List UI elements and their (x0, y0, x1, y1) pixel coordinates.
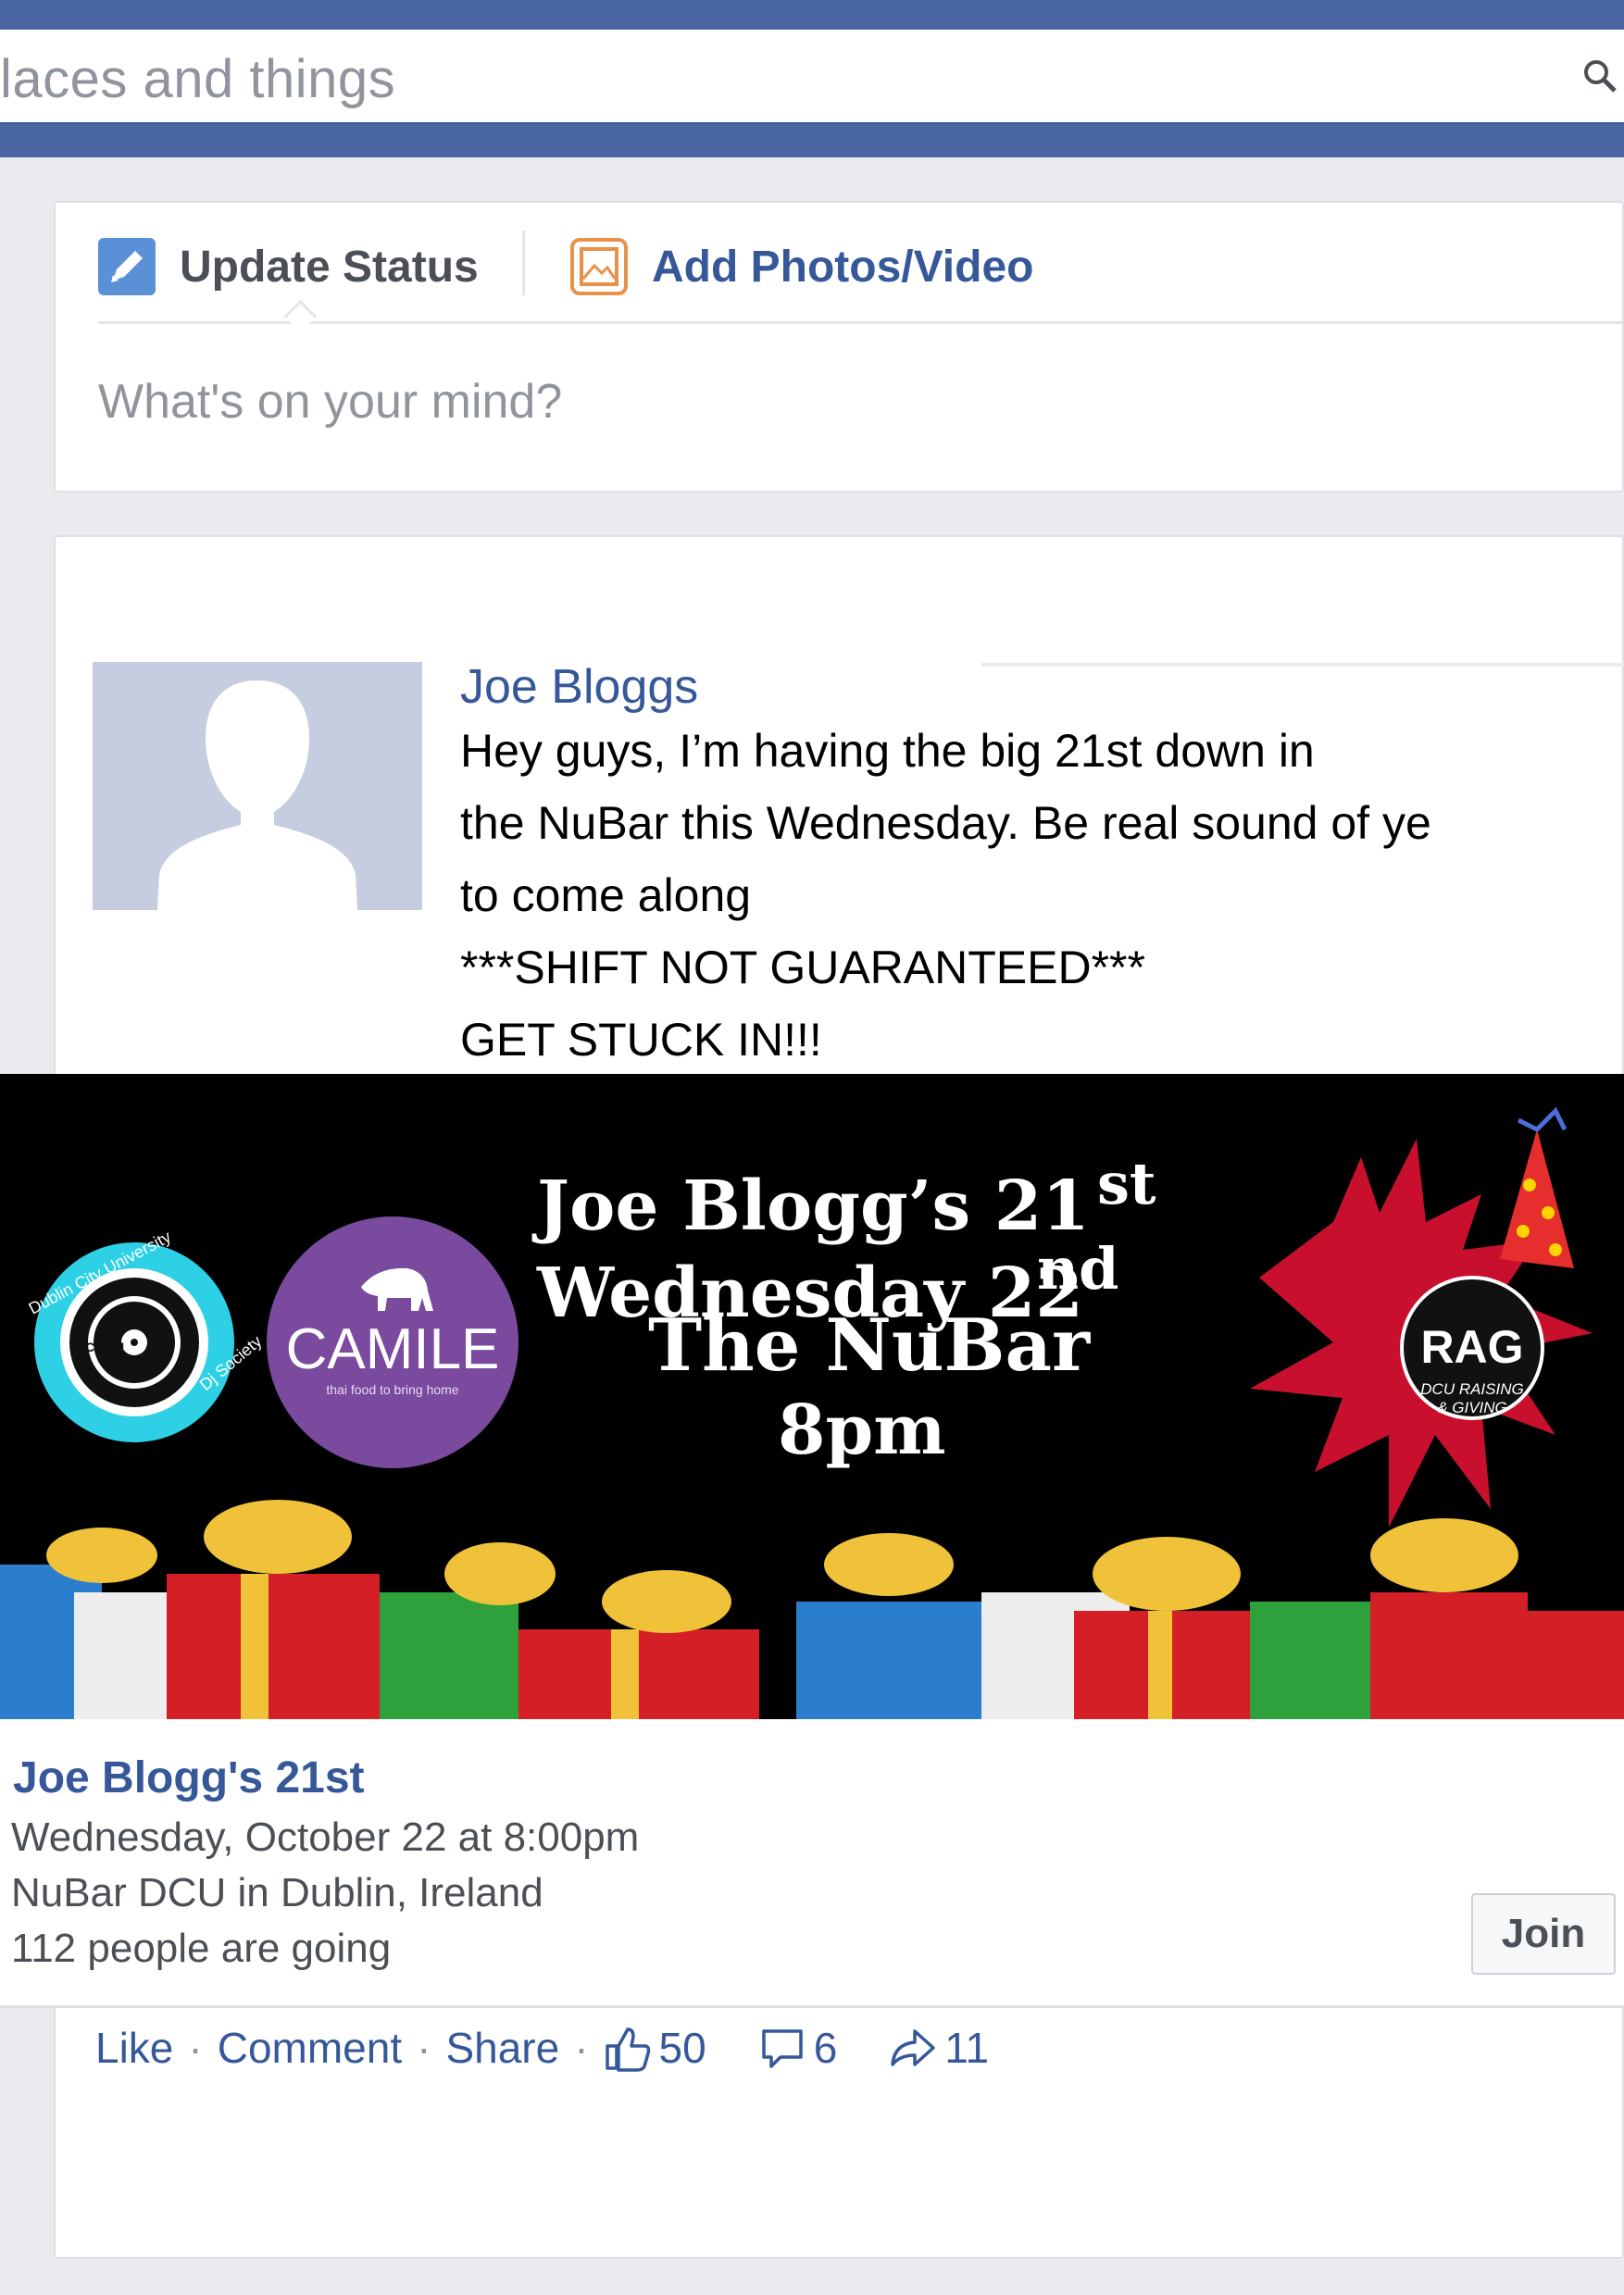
post-actions: Like · Comment · Share · 50 6 11 (95, 2023, 1041, 2073)
post-line: GET STUCK IN!!! (460, 1014, 822, 1066)
action-separator: · (574, 2024, 589, 2072)
likes-count-value: 50 (658, 2024, 706, 2072)
default-profile-silhouette-icon (93, 662, 422, 910)
svg-text:DCU DJ: DCU DJ (76, 1340, 124, 1354)
avatar[interactable] (93, 662, 422, 910)
svg-text:8pm: 8pm (778, 1391, 946, 1470)
post-body: Hey guys, I’m having the big 21st down i… (460, 715, 1599, 1076)
event-datetime: Wednesday, October 22 at 8:00pm (11, 1815, 640, 1860)
share-link[interactable]: Share (445, 2023, 559, 2073)
event-attendance: 112 people are going (11, 1926, 392, 1971)
svg-text:DCU RAISING: DCU RAISING (1420, 1380, 1523, 1398)
post-line: ***SHIFT NOT GUARANTEED*** (460, 942, 1145, 993)
post-line: Hey guys, I’m having the big 21st down i… (460, 725, 1315, 777)
comment-link[interactable]: Comment (218, 2023, 402, 2073)
camile-logo: CAMILE thai food to bring home (267, 1216, 518, 1468)
action-separator: · (188, 2024, 203, 2072)
svg-text:Joe Blogg’s 21: Joe Blogg’s 21 (531, 1166, 1090, 1246)
thumbs-up-icon (605, 2027, 650, 2072)
comments-count-value: 6 (813, 2024, 838, 2072)
post-line: to come along (460, 869, 752, 921)
pencil-icon (98, 238, 156, 295)
join-button[interactable]: Join (1471, 1893, 1616, 1975)
post-author-name[interactable]: Joe Bloggs (460, 659, 698, 715)
add-photos-label: Add Photos/Video (652, 242, 1034, 292)
composer-divider (98, 321, 1622, 324)
svg-text:st: st (1097, 1150, 1156, 1217)
action-separator: · (417, 2024, 431, 2072)
comment-icon (761, 2029, 803, 2068)
status-input[interactable]: What's on your mind? (98, 374, 562, 430)
post-line: the NuBar this Wednesday. Be real sound … (460, 797, 1431, 849)
share-arrow-icon (891, 2029, 936, 2066)
event-banner-graphic: DCU DJ Dublin City University Dj Society… (0, 1074, 1624, 1719)
event-cover-image[interactable]: DCU DJ Dublin City University Dj Society… (0, 1074, 1624, 1719)
tab-divider (522, 231, 525, 295)
tab-update-status[interactable]: Update Status (98, 238, 479, 295)
comments-count[interactable]: 6 (758, 2023, 838, 2073)
search-input[interactable]: laces and things (0, 48, 395, 110)
tab-add-photos[interactable]: Add Photos/Video (570, 238, 1033, 295)
search-bar[interactable]: laces and things (0, 30, 1624, 124)
event-title[interactable]: Joe Blogg's 21st (13, 1752, 365, 1803)
tab-pointer (283, 299, 318, 333)
divider (981, 663, 1624, 667)
event-location: NuBar DCU in Dublin, Ireland (11, 1870, 543, 1915)
svg-text:& GIVING: & GIVING (1437, 1399, 1507, 1416)
update-status-label: Update Status (180, 242, 479, 292)
likes-count[interactable]: 50 (604, 2023, 706, 2073)
status-composer: Update Status Add Photos/Video What's on… (54, 201, 1624, 493)
photo-icon (570, 238, 628, 295)
divider (0, 2005, 1624, 2008)
like-link[interactable]: Like (95, 2023, 173, 2073)
shares-count[interactable]: 11 (889, 2023, 989, 2073)
svg-text:The NuBar: The NuBar (648, 1303, 1091, 1388)
shares-count-value: 11 (944, 2024, 990, 2072)
svg-text:CAMILE: CAMILE (286, 1317, 500, 1381)
svg-text:RAG: RAG (1420, 1321, 1523, 1373)
svg-text:nd: nd (1037, 1235, 1118, 1303)
svg-text:thai food to bring home: thai food to bring home (326, 1382, 458, 1397)
search-icon[interactable] (1581, 57, 1618, 94)
